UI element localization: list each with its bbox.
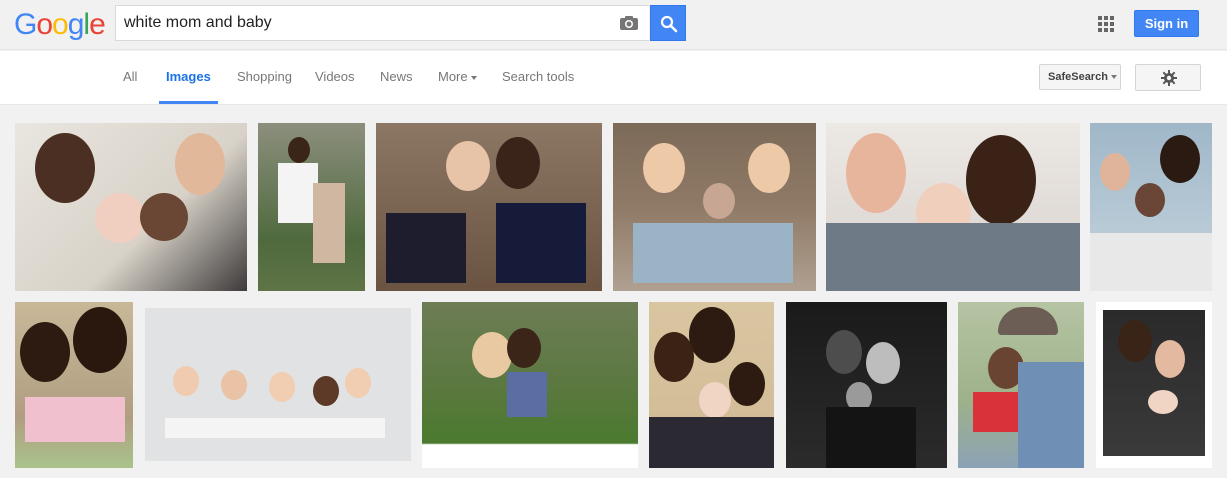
image-result[interactable] xyxy=(613,123,816,291)
tab-all[interactable]: All xyxy=(123,51,137,104)
tab-search-tools[interactable]: Search tools xyxy=(502,51,574,104)
search-input[interactable] xyxy=(124,6,604,40)
image-results-grid xyxy=(0,105,1227,478)
gear-icon xyxy=(1161,70,1177,86)
logo-letter: e xyxy=(89,8,106,41)
sign-in-button[interactable]: Sign in xyxy=(1134,10,1199,37)
chevron-down-icon xyxy=(470,75,477,80)
image-result[interactable] xyxy=(15,123,247,291)
image-result[interactable] xyxy=(786,302,947,468)
image-result[interactable] xyxy=(1090,123,1212,291)
logo-letter: o xyxy=(36,8,53,41)
tab-images[interactable]: Images xyxy=(159,51,218,104)
image-result[interactable] xyxy=(649,302,774,468)
logo-letter: o xyxy=(52,8,69,41)
top-bar: Google Sign in xyxy=(0,0,1227,50)
image-result[interactable] xyxy=(422,302,638,468)
image-result[interactable] xyxy=(958,302,1084,468)
settings-button[interactable] xyxy=(1135,64,1201,91)
image-result[interactable] xyxy=(15,302,133,468)
apps-grid-icon[interactable] xyxy=(1098,16,1114,32)
safesearch-label: SafeSearch xyxy=(1048,71,1108,83)
image-result[interactable] xyxy=(145,308,411,461)
chevron-down-icon xyxy=(1110,75,1117,80)
google-logo[interactable]: Google xyxy=(14,8,106,42)
tab-more-label: More xyxy=(438,69,468,84)
tab-more[interactable]: More xyxy=(438,51,477,104)
image-result[interactable] xyxy=(258,123,365,291)
safesearch-button[interactable]: SafeSearch xyxy=(1039,64,1121,90)
logo-letter: g xyxy=(67,8,85,41)
tab-shopping[interactable]: Shopping xyxy=(237,51,292,104)
search-button[interactable] xyxy=(650,5,686,41)
image-result[interactable] xyxy=(826,123,1080,291)
image-result[interactable] xyxy=(1096,302,1212,468)
search-box xyxy=(115,5,649,41)
nav-bar: All Images Shopping Videos News More Sea… xyxy=(0,51,1227,105)
tab-news[interactable]: News xyxy=(380,51,413,104)
logo-letter: G xyxy=(14,8,37,41)
image-result[interactable] xyxy=(376,123,602,291)
search-icon xyxy=(660,15,678,33)
tab-videos[interactable]: Videos xyxy=(315,51,355,104)
camera-icon[interactable] xyxy=(619,15,639,31)
